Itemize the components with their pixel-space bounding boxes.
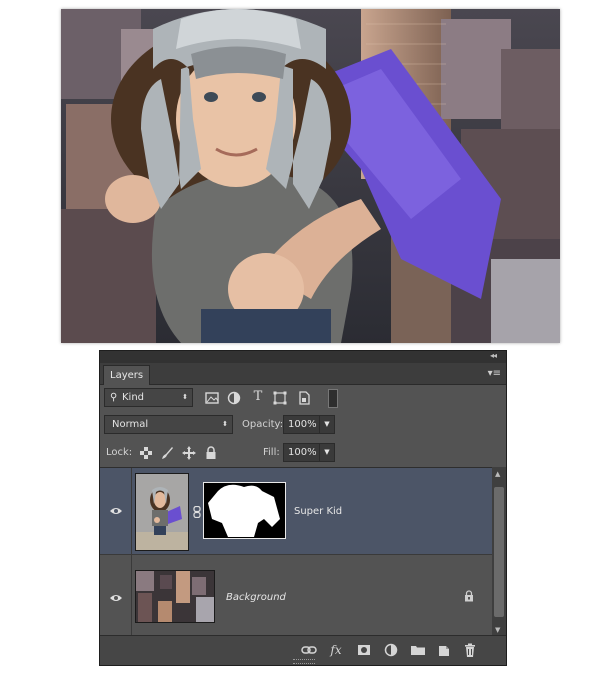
filter-toggle-icon[interactable] [328,389,338,408]
panel-top-bar: ◂◂ [100,351,506,363]
layers-scrollbar[interactable]: ▲ ▼ [492,467,506,636]
new-group-icon[interactable] [410,642,426,658]
up-down-arrows-icon: ⬍ [182,393,188,401]
opacity-label: Opacity: [242,419,284,430]
adjustment-layer-icon[interactable] [383,642,399,658]
fx-icon[interactable]: fx [328,642,344,658]
add-mask-icon[interactable] [356,642,372,658]
layer-name-super-kid[interactable]: Super Kid [294,506,342,517]
filter-kind-label: Kind [122,392,145,403]
lock-position-icon[interactable] [181,445,197,461]
resize-grip[interactable] [293,659,315,664]
layer-row-background[interactable]: Background [100,555,492,637]
mask-silhouette-icon [204,483,285,538]
panel-menu-icon[interactable]: ▾≡ [488,368,501,379]
filter-kind-select[interactable]: ⚲ Kind ⬍ [104,388,193,407]
shape-filter-icon[interactable] [272,390,288,406]
city-thumbnail-icon [136,571,214,622]
search-icon: ⚲ [110,392,118,403]
new-layer-icon[interactable] [436,642,452,658]
panel-tab-bar: Layers ▾≡ [100,363,506,385]
fill-input[interactable]: 100% ▼ [283,443,335,462]
layer-mask-thumbnail[interactable] [203,482,286,539]
lock-image-pixels-icon[interactable] [159,445,175,461]
canvas-photo [61,9,560,343]
lock-transparent-pixels-icon[interactable] [138,445,154,461]
chevron-down-icon[interactable]: ▼ [319,443,334,462]
chevron-down-icon[interactable]: ▼ [319,415,334,434]
lock-icon [465,590,473,602]
fill-value: 100% [288,447,317,458]
opacity-value: 100% [288,419,317,430]
layers-list: Super Kid Background [100,467,492,637]
layer-name-background[interactable]: Background [226,592,286,603]
eye-icon[interactable] [109,506,123,516]
blend-mode-select[interactable]: Normal ⬍ [104,415,233,434]
layer-thumbnail[interactable] [135,570,215,623]
fill-label: Fill: [263,447,280,458]
opacity-input[interactable]: 100% ▼ [283,415,335,434]
lock-all-icon[interactable] [203,445,219,461]
layers-bottom-toolbar: fx [100,635,506,665]
up-down-arrows-icon: ⬍ [222,420,228,428]
adjustment-filter-icon[interactable] [226,390,242,406]
lock-label: Lock: [106,447,133,458]
scroll-thumb[interactable] [494,487,504,617]
blend-mode-value: Normal [112,419,149,430]
superhero-kid-image [61,9,560,343]
link-layers-icon[interactable] [301,642,317,658]
chain-link-icon[interactable] [193,506,201,518]
scroll-down-icon[interactable]: ▼ [495,626,500,634]
image-filter-icon[interactable] [204,390,220,406]
eye-icon[interactable] [109,593,123,603]
layer-thumbnail[interactable] [135,473,189,551]
type-filter-icon[interactable]: T [250,389,266,405]
smart-object-filter-icon[interactable] [296,390,312,406]
tab-layers[interactable]: Layers [103,365,151,385]
layer-row-super-kid[interactable]: Super Kid [100,468,492,555]
scroll-up-icon[interactable]: ▲ [495,470,500,478]
delete-icon[interactable] [462,642,478,658]
super-kid-thumbnail-icon [136,474,188,550]
layers-panel: ◂◂ Layers ▾≡ ⚲ Kind ⬍ T Normal ⬍ Opacity… [99,350,507,666]
collapse-panel-icon[interactable]: ◂◂ [490,351,497,360]
